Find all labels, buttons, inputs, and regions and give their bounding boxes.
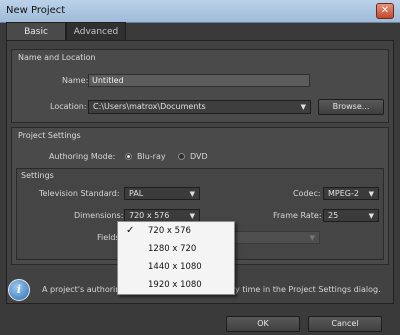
menu-item-label: 1280 x 720 bbox=[148, 244, 197, 254]
menu-item-1920x1080[interactable]: 1920 x 1080 bbox=[118, 276, 234, 294]
checkmark-icon: ✓ bbox=[126, 225, 135, 236]
chevron-down-icon: ▼ bbox=[300, 103, 306, 111]
menu-item-1280x720[interactable]: 1280 x 720 bbox=[118, 240, 234, 258]
chevron-down-icon: ▼ bbox=[368, 190, 374, 198]
frame-rate-label: Frame Rate: bbox=[273, 211, 322, 220]
codec-value: MPEG-2 bbox=[328, 189, 359, 198]
menu-item-720x576[interactable]: ✓ 720 x 576 bbox=[118, 222, 234, 240]
dimensions-value: 720 x 576 bbox=[129, 211, 170, 220]
dimensions-label: Dimensions: bbox=[74, 211, 124, 220]
dimensions-menu: ✓ 720 x 576 1280 x 720 1440 x 1080 1920 … bbox=[117, 221, 235, 295]
window-title: New Project bbox=[6, 5, 66, 16]
cancel-button[interactable]: Cancel bbox=[308, 316, 382, 332]
location-label: Location: bbox=[50, 102, 87, 111]
dvd-label: DVD bbox=[190, 152, 208, 161]
new-project-dialog: New Project ✕ Basic Advanced Name and Lo… bbox=[0, 0, 400, 335]
section-title-project-settings: Project Settings bbox=[18, 131, 81, 140]
codec-dropdown[interactable]: MPEG-2 ▼ bbox=[323, 187, 379, 200]
name-label: Name: bbox=[62, 76, 89, 85]
tv-standard-value: PAL bbox=[129, 189, 144, 198]
close-button[interactable]: ✕ bbox=[376, 3, 394, 19]
name-input[interactable]: Untitled bbox=[88, 74, 310, 87]
info-text-right: y time in the Project Settings dialog. bbox=[235, 285, 381, 294]
radio-dvd[interactable] bbox=[178, 153, 185, 160]
info-text-left: A project's authorin bbox=[42, 285, 121, 294]
tv-standard-label: Television Standard: bbox=[39, 189, 120, 198]
chevron-down-icon: ▼ bbox=[189, 190, 195, 198]
tv-standard-dropdown[interactable]: PAL ▼ bbox=[124, 187, 200, 200]
authoring-mode-label: Authoring Mode: bbox=[49, 152, 116, 161]
tab-advanced[interactable]: Advanced bbox=[66, 22, 126, 41]
menu-item-1440x1080[interactable]: 1440 x 1080 bbox=[118, 258, 234, 276]
frame-rate-value: 25 bbox=[328, 211, 339, 220]
chevron-down-icon: ▼ bbox=[368, 212, 374, 220]
menu-item-label: 1440 x 1080 bbox=[148, 262, 202, 272]
frame-rate-dropdown[interactable]: 25 ▼ bbox=[323, 209, 379, 222]
ok-button[interactable]: OK bbox=[226, 316, 300, 332]
menu-item-label: 1920 x 1080 bbox=[148, 280, 202, 290]
codec-label: Codec: bbox=[293, 189, 321, 198]
name-location-section: Name and Location Name: Untitled Locatio… bbox=[11, 49, 389, 123]
browse-button[interactable]: Browse... bbox=[318, 99, 384, 115]
location-value: C:\Users\matrox\Documents bbox=[93, 102, 206, 111]
tab-basic[interactable]: Basic bbox=[6, 22, 66, 41]
chevron-down-icon: ▼ bbox=[309, 234, 315, 242]
section-title-settings: Settings bbox=[21, 171, 54, 180]
info-icon: i bbox=[8, 279, 30, 301]
blu-ray-label: Blu-ray bbox=[137, 152, 166, 161]
radio-blu-ray[interactable] bbox=[125, 153, 132, 160]
section-title-name-location: Name and Location bbox=[18, 53, 96, 62]
menu-item-label: 720 x 576 bbox=[148, 226, 191, 236]
title-bar[interactable]: New Project ✕ bbox=[0, 0, 400, 23]
location-dropdown[interactable]: C:\Users\matrox\Documents ▼ bbox=[88, 100, 311, 114]
